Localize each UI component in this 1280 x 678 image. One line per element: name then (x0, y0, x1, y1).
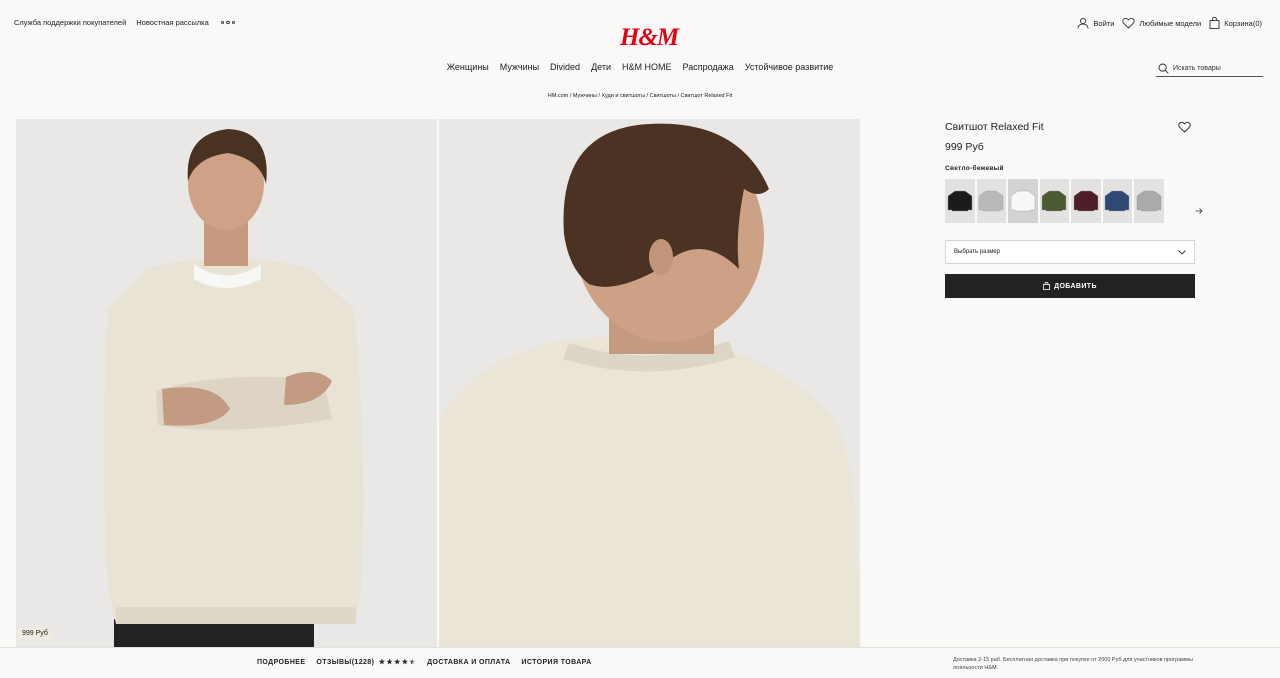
color-swatches (945, 179, 1195, 223)
favorites-label: Любимые модели (1139, 18, 1202, 28)
bag-icon (1043, 282, 1050, 290)
sweatshirt-icon (947, 190, 972, 212)
arrow-right-icon (1195, 208, 1203, 214)
favorites-link[interactable]: Любимые модели (1122, 17, 1201, 29)
add-to-cart-button[interactable]: ДОБАВИТЬ (945, 274, 1195, 298)
cart-label: Корзина(0) (1224, 18, 1262, 28)
nav-men[interactable]: Мужчины (500, 62, 539, 72)
product-info: Свитшот Relaxed Fit 999 Руб Светло-бежев… (945, 119, 1203, 298)
more-icon[interactable] (220, 20, 236, 25)
nav-kids[interactable]: Дети (591, 62, 611, 72)
nav-home[interactable]: H&M HOME (622, 62, 672, 72)
star-icon: ★ (401, 659, 409, 666)
search-icon[interactable] (1158, 63, 1169, 74)
sweatshirt-icon (979, 190, 1004, 212)
nav-sustainability[interactable]: Устойчивое развитие (745, 62, 834, 72)
sweatshirt-icon (1136, 190, 1161, 212)
reviews-label: ОТЗЫВЫ(1228) (316, 659, 375, 666)
nav-sale[interactable]: Распродажа (683, 62, 734, 72)
search-input[interactable] (1173, 64, 1263, 72)
model-back-image (439, 119, 860, 647)
color-name: Светло-бежевый (945, 165, 1004, 172)
swatch-grey[interactable] (976, 179, 1006, 223)
cart-link[interactable]: Корзина(0) (1209, 17, 1262, 29)
customer-service-link[interactable]: Служба поддержки покупателей (14, 18, 126, 27)
breadcrumb[interactable]: HM.com / Мужчины / Худи и свитшоты / Сви… (0, 93, 1280, 99)
search-box (1156, 60, 1263, 77)
add-to-cart-label: ДОБАВИТЬ (1054, 282, 1097, 290)
size-select-label: Выбрать размер (954, 249, 1000, 255)
favorite-button[interactable] (1178, 120, 1191, 138)
heart-icon (1178, 121, 1191, 133)
login-link[interactable]: Войти (1077, 17, 1114, 29)
product-image-front[interactable]: 999 Руб (16, 119, 437, 647)
product-gallery: 999 Руб (16, 119, 860, 647)
swatch-navy[interactable] (1102, 179, 1132, 223)
tab-history[interactable]: ИСТОРИЯ ТОВАРА (521, 659, 591, 666)
star-icon: ★ (386, 659, 394, 666)
login-label: Войти (1093, 18, 1115, 28)
star-half-icon: ★ (409, 659, 417, 666)
star-icon: ★ (394, 659, 401, 666)
bag-icon (1209, 17, 1220, 29)
account-links: Войти Любимые модели Корзина(0) (1077, 17, 1262, 29)
sweatshirt-icon (1042, 190, 1067, 212)
tab-delivery[interactable]: ДОСТАВКА И ОПЛАТА (427, 659, 510, 666)
product-price: 999 Руб (945, 141, 984, 153)
details-tabs: ПОДРОБНЕЕ ОТЗЫВЫ(1228) ★ ★ ★ ★ ★ ДОСТАВК… (257, 658, 592, 667)
nav-women[interactable]: Женщины (447, 62, 489, 72)
tab-details[interactable]: ПОДРОБНЕЕ (257, 659, 305, 666)
rating-stars: ★ ★ ★ ★ ★ (379, 658, 416, 666)
product-title: Свитшот Relaxed Fit (945, 121, 1044, 133)
logo[interactable]: H&M (620, 24, 679, 52)
tab-reviews[interactable]: ОТЗЫВЫ(1228) ★ ★ ★ ★ ★ (316, 658, 416, 666)
sweatshirt-icon (1105, 190, 1130, 212)
star-icon: ★ (378, 659, 386, 666)
swatch-black[interactable] (945, 179, 975, 223)
chevron-down-icon (1178, 249, 1186, 255)
image-price-tag: 999 Руб (18, 628, 52, 639)
delivery-note: Доставка 2-15 раб. Бесплатная доставка п… (953, 657, 1193, 671)
swatch-white[interactable] (1008, 179, 1038, 223)
model-front-image (16, 119, 437, 647)
swatches-next-button[interactable] (1195, 202, 1203, 220)
sweatshirt-icon (1010, 190, 1035, 212)
sweatshirt-icon (1073, 190, 1098, 212)
swatch-light-grey[interactable] (1134, 179, 1164, 223)
heart-icon (1122, 17, 1136, 29)
main-nav: Женщины Мужчины Divided Дети H&M HOME Ра… (0, 62, 1280, 72)
user-icon (1077, 17, 1089, 29)
newsletter-link[interactable]: Новостная рассылка (136, 18, 209, 27)
swatch-burgundy[interactable] (1071, 179, 1101, 223)
size-select[interactable]: Выбрать размер (945, 240, 1195, 264)
swatch-khaki[interactable] (1039, 179, 1069, 223)
product-image-back[interactable] (439, 119, 860, 647)
nav-divided[interactable]: Divided (550, 62, 580, 72)
header: Служба поддержки покупателей Новостная р… (0, 0, 1280, 90)
top-links: Служба поддержки покупателей Новостная р… (14, 18, 236, 27)
product-details-bar: ПОДРОБНЕЕ ОТЗЫВЫ(1228) ★ ★ ★ ★ ★ ДОСТАВК… (0, 647, 1280, 678)
